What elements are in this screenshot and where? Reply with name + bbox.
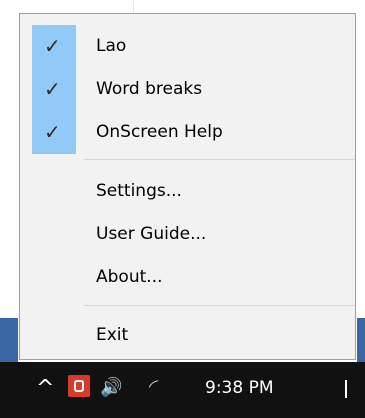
desktop-background-left (0, 318, 18, 362)
menu-item-label: Lao (96, 36, 127, 56)
menu-item-lao[interactable]: ✓ Lao (20, 25, 355, 68)
chevron-up-icon[interactable]: ^ (36, 376, 54, 402)
menu-separator (84, 159, 355, 160)
screen: ✓ Lao ✓ Word breaks ✓ OnScreen Help Sett… (0, 0, 365, 418)
taskbar-edge (345, 380, 347, 398)
menu-item-label: Exit (96, 325, 129, 345)
menu-item-label: Settings... (96, 181, 182, 201)
menu-item-label: About... (96, 267, 163, 287)
check-cell: ✓ (32, 68, 76, 111)
menu-item-word-breaks[interactable]: ✓ Word breaks (20, 68, 355, 111)
menu-item-about[interactable]: About... (20, 256, 355, 299)
check-cell: ✓ (32, 111, 76, 154)
clock-time[interactable]: 9:38 PM (205, 378, 274, 398)
desktop-background-right (357, 318, 365, 362)
menu-item-exit[interactable]: Exit (20, 314, 355, 357)
background-window (355, 0, 365, 318)
wifi-icon[interactable]: ◜ (145, 376, 160, 398)
menu-separator (84, 305, 355, 306)
check-icon: ✓ (44, 34, 61, 58)
app-tray-icon[interactable] (68, 375, 90, 397)
menu-item-settings[interactable]: Settings... (20, 170, 355, 213)
menu-item-user-guide[interactable]: User Guide... (20, 213, 355, 256)
check-icon: ✓ (44, 77, 61, 101)
menu-item-label: Word breaks (96, 79, 203, 99)
context-menu: ✓ Lao ✓ Word breaks ✓ OnScreen Help Sett… (19, 13, 356, 360)
check-icon: ✓ (44, 120, 61, 144)
taskbar: ^ 🔊 ◜ 9:38 PM (0, 362, 365, 418)
menu-item-label: OnScreen Help (96, 122, 223, 142)
check-cell: ✓ (32, 25, 76, 68)
menu-item-onscreen-help[interactable]: ✓ OnScreen Help (20, 111, 355, 154)
volume-icon[interactable]: 🔊 (100, 377, 122, 399)
menu-item-label: User Guide... (96, 224, 207, 244)
